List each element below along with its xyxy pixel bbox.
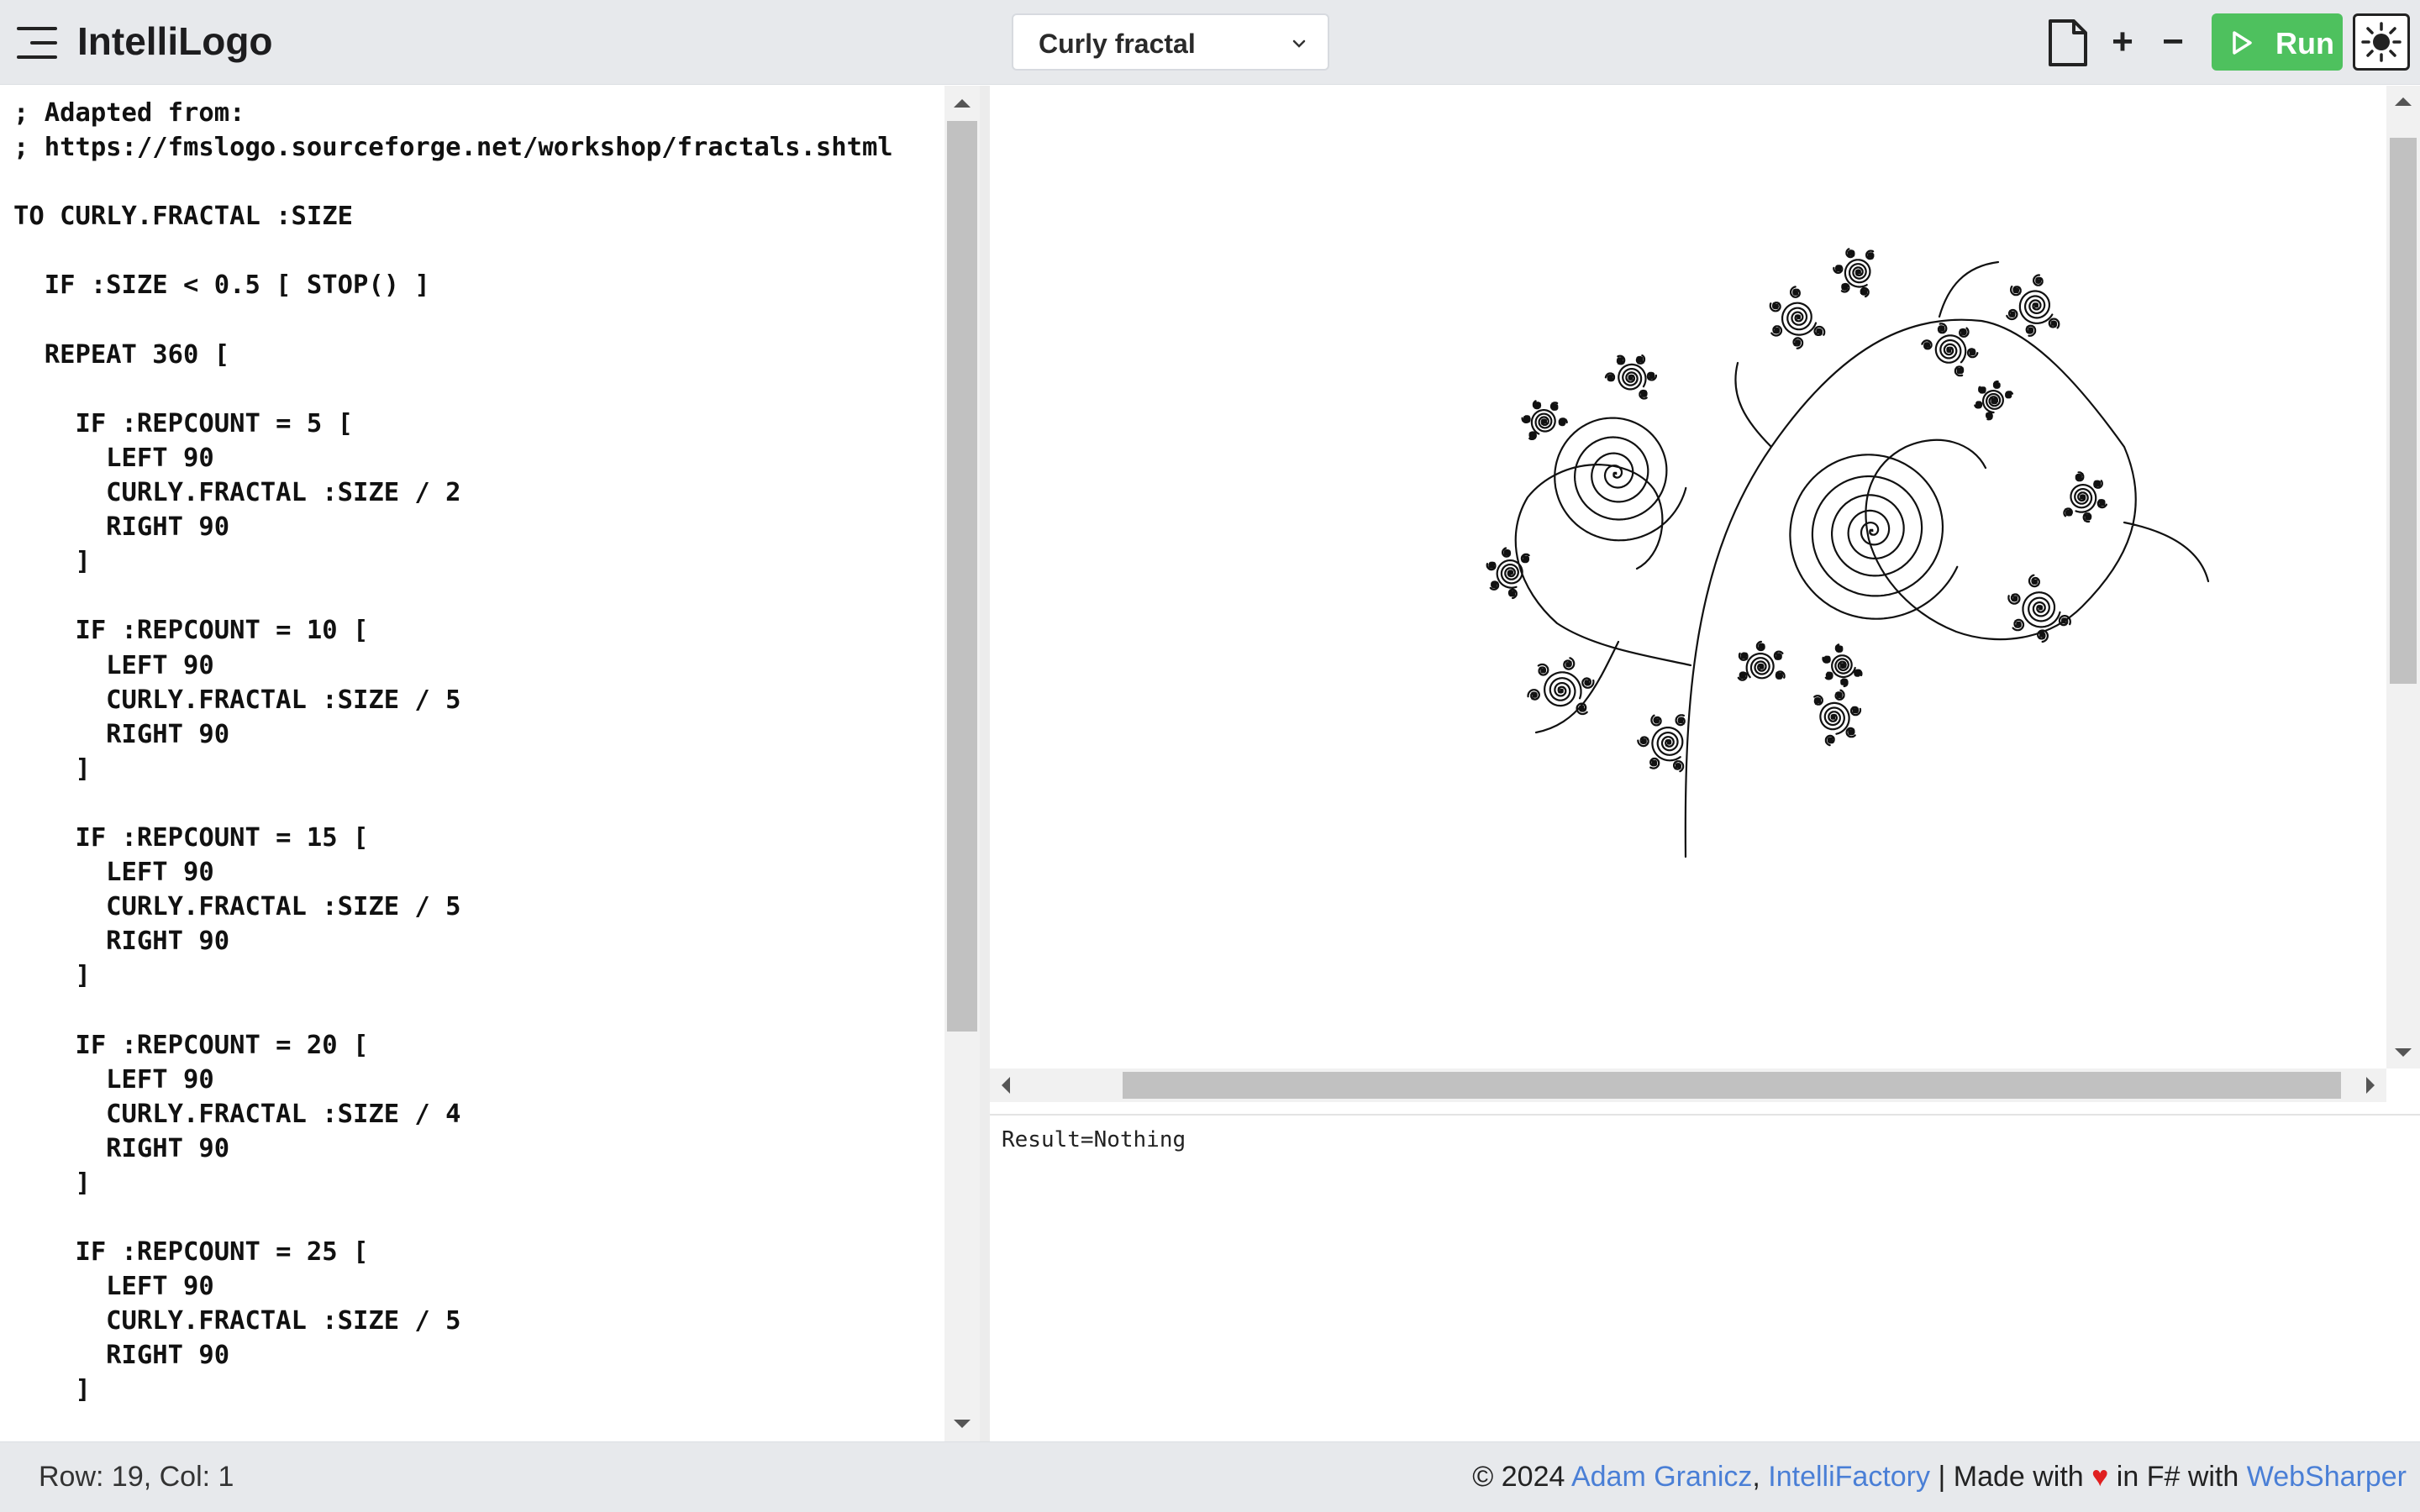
code-line[interactable]: RIGHT 90	[13, 717, 893, 752]
code-line[interactable]	[13, 786, 893, 821]
result-text: Result=Nothing	[1002, 1127, 1186, 1152]
fractal-path	[1486, 248, 2210, 858]
separator-text: ,	[1752, 1461, 1769, 1493]
code-line[interactable]: IF :REPCOUNT = 25 [	[13, 1235, 893, 1269]
zoom-out-button[interactable]: −	[2153, 15, 2193, 69]
canvas-hscroll-thumb[interactable]	[1123, 1072, 2341, 1099]
code-editor[interactable]: ; Adapted from:; https://fmslogo.sourcef…	[0, 86, 980, 1441]
code-line[interactable]: RIGHT 90	[13, 1338, 893, 1373]
output-panel: Result=Nothing	[990, 1114, 2420, 1441]
scroll-down-arrow-icon[interactable]	[2395, 1048, 2412, 1057]
scroll-down-arrow-icon[interactable]	[954, 1420, 971, 1428]
code-line[interactable]: LEFT 90	[13, 1063, 893, 1097]
code-line[interactable]: ]	[13, 958, 893, 993]
copyright-text: © 2024	[1472, 1461, 1571, 1493]
author-link[interactable]: Adam Granicz	[1571, 1461, 1752, 1493]
company-link[interactable]: IntelliFactory	[1768, 1461, 1930, 1493]
status-bar: Row: 19, Col: 1 © 2024 Adam Granicz, Int…	[0, 1441, 2420, 1512]
code-line[interactable]: ; Adapted from:	[13, 96, 893, 130]
canvas-vertical-scrollbar[interactable]	[2386, 86, 2420, 1068]
code-line[interactable]: ]	[13, 544, 893, 579]
code-line[interactable]: LEFT 90	[13, 855, 893, 890]
curly-fractal-drawing	[1486, 248, 2210, 858]
code-line[interactable]: IF :REPCOUNT = 10 [	[13, 613, 893, 648]
scroll-right-arrow-icon[interactable]	[2366, 1077, 2375, 1094]
code-line[interactable]	[13, 579, 893, 613]
made-with-text: | Made with	[1930, 1461, 2092, 1493]
code-line[interactable]	[13, 993, 893, 1027]
scroll-up-arrow-icon[interactable]	[2395, 97, 2412, 106]
sun-icon	[2361, 22, 2402, 62]
code-line[interactable]: CURLY.FRACTAL :SIZE / 4	[13, 1097, 893, 1131]
canvas-vscroll-thumb[interactable]	[2390, 138, 2417, 684]
code-line[interactable]: RIGHT 90	[13, 510, 893, 544]
code-line[interactable]: ]	[13, 1166, 893, 1200]
code-line[interactable]: CURLY.FRACTAL :SIZE / 5	[13, 890, 893, 924]
code-line[interactable]: IF :REPCOUNT = 20 [	[13, 1028, 893, 1063]
example-select-value: Curly fractal	[1039, 29, 1196, 59]
heart-icon: ♥	[2091, 1461, 2109, 1493]
scroll-up-arrow-icon[interactable]	[954, 99, 971, 108]
code-line[interactable]: CURLY.FRACTAL :SIZE / 5	[13, 1304, 893, 1338]
run-button[interactable]: Run	[2212, 13, 2343, 71]
websharper-link[interactable]: WebSharper	[2247, 1461, 2407, 1493]
cursor-position: Row: 19, Col: 1	[39, 1461, 234, 1493]
code-line[interactable]: ]	[13, 752, 893, 786]
app-title: IntelliLogo	[77, 19, 273, 63]
play-icon	[2233, 31, 2252, 55]
code-line[interactable]	[13, 1200, 893, 1235]
chevron-down-icon	[1292, 39, 1306, 48]
canvas-horizontal-scrollbar[interactable]	[990, 1068, 2386, 1102]
code-line[interactable]	[13, 234, 893, 268]
hamburger-menu-icon[interactable]	[17, 24, 59, 62]
editor-scroll-thumb[interactable]	[947, 121, 977, 1032]
in-fsharp-text: in F# with	[2108, 1461, 2247, 1493]
zoom-in-button[interactable]: +	[2102, 15, 2143, 69]
code-line[interactable]: ]	[13, 1373, 893, 1407]
code-line[interactable]: RIGHT 90	[13, 1131, 893, 1166]
run-label: Run	[2275, 26, 2334, 60]
code-line[interactable]	[13, 372, 893, 407]
code-line[interactable]	[13, 303, 893, 338]
code-content[interactable]: ; Adapted from:; https://fmslogo.sourcef…	[13, 96, 893, 1408]
panel-divider[interactable]	[980, 86, 990, 1441]
code-line[interactable]: CURLY.FRACTAL :SIZE / 2	[13, 475, 893, 510]
code-line[interactable]	[13, 165, 893, 199]
turtle-canvas	[990, 86, 2386, 1068]
code-line[interactable]: REPEAT 360 [	[13, 338, 893, 372]
header: IntelliLogo Curly fractal + − Run	[0, 0, 2420, 85]
theme-toggle-button[interactable]	[2353, 13, 2410, 71]
code-line[interactable]: TO CURLY.FRACTAL :SIZE	[13, 199, 893, 234]
code-line[interactable]: LEFT 90	[13, 1269, 893, 1304]
code-line[interactable]: IF :REPCOUNT = 15 [	[13, 821, 893, 855]
code-line[interactable]: ; https://fmslogo.sourceforge.net/worksh…	[13, 130, 893, 165]
code-line[interactable]: IF :SIZE < 0.5 [ STOP() ]	[13, 268, 893, 302]
example-select[interactable]: Curly fractal	[1012, 13, 1329, 71]
new-file-icon[interactable]	[2047, 18, 2089, 67]
code-line[interactable]: CURLY.FRACTAL :SIZE / 5	[13, 683, 893, 717]
editor-scrollbar[interactable]	[944, 86, 980, 1441]
footer-credits: © 2024 Adam Granicz, IntelliFactory | Ma…	[1472, 1461, 2407, 1494]
code-line[interactable]: RIGHT 90	[13, 924, 893, 958]
code-line[interactable]: LEFT 90	[13, 648, 893, 683]
code-line[interactable]: LEFT 90	[13, 441, 893, 475]
scroll-left-arrow-icon[interactable]	[1002, 1077, 1010, 1094]
code-line[interactable]: IF :REPCOUNT = 5 [	[13, 407, 893, 441]
